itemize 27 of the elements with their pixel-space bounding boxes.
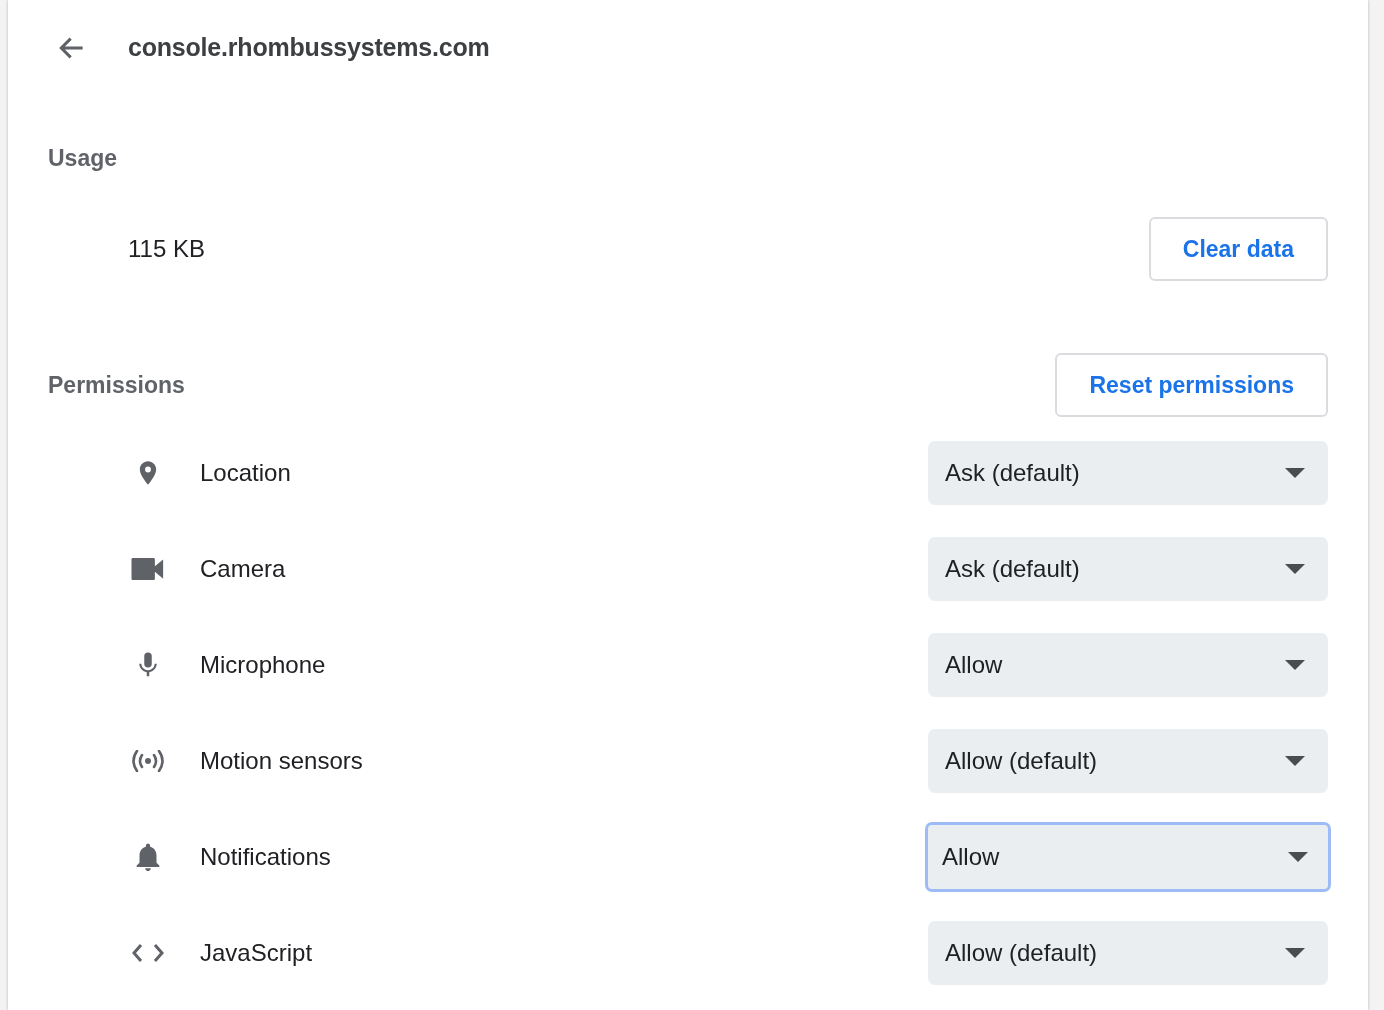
permission-dropdown[interactable]: Ask (default) [928,537,1328,601]
permission-dropdown[interactable]: Allow (default) [928,729,1328,793]
broadcast-signal-icon [131,750,165,772]
caret-icon [1288,852,1308,862]
permission-label: Motion sensors [200,746,364,776]
storage-amount: 115 KB [127,234,205,264]
caret-icon [1285,468,1305,478]
permission-dropdown[interactable]: Allow (default) [928,921,1328,985]
permission-dropdown[interactable]: Ask (default) [928,441,1328,505]
clear-data-button[interactable]: Clear data [1148,217,1328,281]
permission-label: JavaScript [200,938,314,968]
caret-icon [1285,756,1305,766]
permission-label: Location [200,458,292,488]
permission-label: Camera [200,554,287,584]
caret-icon [1285,948,1305,958]
permission-dropdown[interactable]: Allow [928,633,1328,697]
section-heading: Usage [48,145,118,171]
permission-dropdown[interactable]: Allow [925,822,1331,892]
reset-permissions-button[interactable]: Reset permissions [1055,353,1328,417]
caret-icon [1285,564,1305,574]
caret-icon [1285,660,1305,670]
permission-label: Microphone [200,650,327,680]
permission-label: Notifications [200,842,332,872]
video-camera-icon [131,558,165,580]
section-heading: Permissions [48,370,185,400]
page-title: console.rhombussystems.com [128,31,490,63]
code-brackets-icon [131,942,165,964]
